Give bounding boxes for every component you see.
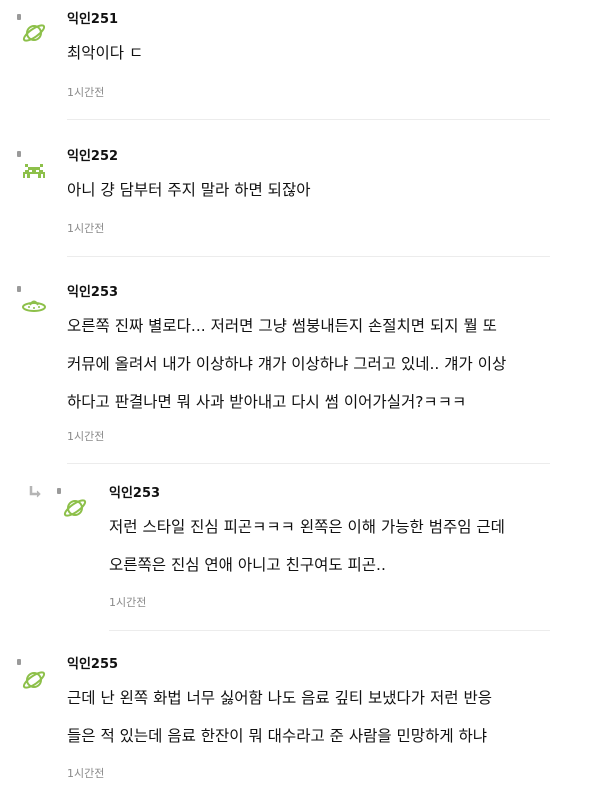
space-invader-icon (21, 158, 47, 184)
level-marker (17, 659, 21, 665)
comment-time: 1시간전 (67, 86, 105, 99)
planet-icon (62, 495, 88, 521)
planet-icon (21, 20, 47, 46)
comment-time: 1시간전 (67, 222, 105, 235)
comment-divider (109, 630, 550, 631)
ufo-icon (21, 293, 47, 319)
comment-body: 저런 스타일 진심 피곤ㅋㅋㅋ 왼쪽은 이해 가능한 범주임 근데 오른쪽은 진… (109, 508, 505, 584)
comment-time: 1시간전 (109, 596, 147, 609)
comment-divider (67, 256, 550, 257)
comment-divider (67, 119, 550, 120)
comment-body: 오른쪽 진짜 별로다... 저러면 그냥 썸붕내든지 손절치면 되지 뭘 또 커… (67, 307, 506, 421)
comment-line: 최악이다 ㄷ (67, 44, 144, 62)
level-marker (17, 286, 21, 292)
comment-line: 커뮤에 올려서 내가 이상하냐 걔가 이상하냐 그러고 있네.. 걔가 이상 (67, 355, 507, 373)
comment-line: 오른쪽 진짜 별로다... 저러면 그냥 썸붕내든지 손절치면 되지 뭘 또 (67, 317, 497, 335)
reply-arrow-icon (28, 484, 42, 498)
comment-author[interactable]: 익인253 (67, 285, 118, 301)
comment-line: 들은 적 있는데 음료 한잔이 뭐 대수라고 준 사람을 민망하게 하냐 (67, 727, 488, 745)
planet-icon (21, 667, 47, 693)
comment-line: 저런 스타일 진심 피곤ㅋㅋㅋ 왼쪽은 이해 가능한 범주임 근데 (109, 518, 505, 536)
comment-body: 근데 난 왼쪽 화법 너무 싫어함 나도 음료 깊티 보냈다가 저런 반응 들은… (67, 679, 492, 755)
comment-line: 아니 걍 담부터 주지 말라 하면 되잖아 (67, 181, 311, 199)
comment-author[interactable]: 익인253 (109, 486, 160, 502)
comment-author[interactable]: 익인252 (67, 149, 118, 165)
comment-line: 오른쪽은 진심 연애 아니고 친구여도 피곤.. (109, 556, 386, 574)
comment-author[interactable]: 익인255 (67, 657, 118, 673)
level-marker (17, 151, 21, 157)
comment-line: 하다고 판결나면 뭐 사과 받아내고 다시 썸 이어가실거?ㅋㅋㅋ (67, 393, 467, 411)
comment-line: 근데 난 왼쪽 화법 너무 싫어함 나도 음료 깊티 보냈다가 저런 반응 (67, 689, 492, 707)
comment-divider (67, 463, 550, 464)
level-marker (57, 488, 61, 494)
comment-time: 1시간전 (67, 430, 105, 443)
comment-body: 아니 걍 담부터 주지 말라 하면 되잖아 (67, 171, 310, 209)
comment-time: 1시간전 (67, 767, 105, 780)
comment-author[interactable]: 익인251 (67, 12, 118, 28)
comment-body: 최악이다 ㄷ (67, 34, 143, 72)
